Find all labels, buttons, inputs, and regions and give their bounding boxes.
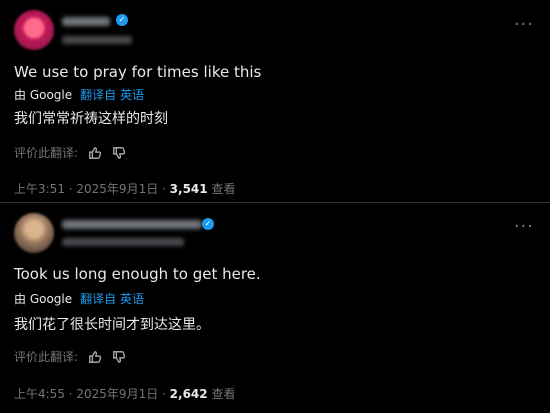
post-meta: 上午4:55 · 2025年9月1日 · 2,642 查看	[14, 385, 235, 402]
more-options-icon[interactable]: ···	[514, 16, 534, 34]
translated-by-label: 由 Google	[14, 88, 73, 102]
translated-from-link[interactable]: 翻译自 英语	[80, 86, 144, 103]
rate-translation-label: 评价此翻译:	[14, 146, 79, 160]
thumbs-up-icon[interactable]	[88, 350, 102, 364]
verified-badge-icon: ✓	[202, 218, 214, 230]
more-options-icon[interactable]: ···	[514, 218, 534, 236]
thumbs-down-icon[interactable]	[112, 146, 126, 160]
rate-translation: 评价此翻译:	[14, 348, 126, 365]
translation-source: 由 Google 翻译自 英语	[14, 86, 144, 103]
thumbs-down-icon[interactable]	[112, 350, 126, 364]
avatar[interactable]	[14, 10, 54, 50]
display-name[interactable]	[62, 17, 110, 26]
translated-by-label: 由 Google	[14, 292, 73, 306]
verified-badge-icon: ✓	[116, 14, 128, 26]
post-text: We use to pray for times like this	[14, 63, 262, 81]
timestamp[interactable]: 上午3:51 · 2025年9月1日 ·	[14, 182, 166, 196]
translated-from-link[interactable]: 翻译自 英语	[80, 290, 144, 307]
user-handle[interactable]	[62, 238, 184, 246]
rate-translation: 评价此翻译:	[14, 144, 126, 161]
rate-translation-label: 评价此翻译:	[14, 350, 79, 364]
post-text: Took us long enough to get here.	[14, 265, 261, 283]
translation-source: 由 Google 翻译自 英语	[14, 290, 144, 307]
thumbs-up-icon[interactable]	[88, 146, 102, 160]
translated-text: 我们花了很长时间才到达这里。	[14, 317, 210, 333]
display-name[interactable]	[62, 220, 202, 229]
post[interactable]	[0, 203, 550, 413]
avatar[interactable]	[14, 213, 54, 253]
user-handle[interactable]	[62, 36, 132, 44]
post-meta: 上午3:51 · 2025年9月1日 · 3,541 查看	[14, 180, 235, 197]
post[interactable]: ✓ ··· We use to pray for times like this…	[0, 0, 550, 203]
view-count-label: 查看	[211, 182, 236, 196]
timeline: ✓ ··· We use to pray for times like this…	[0, 0, 550, 413]
timestamp[interactable]: 上午4:55 · 2025年9月1日 ·	[14, 387, 166, 401]
translated-text: 我们常常祈祷这样的时刻	[14, 111, 168, 127]
view-count-label: 查看	[211, 387, 236, 401]
view-count: 2,642	[169, 387, 208, 401]
view-count: 3,541	[169, 182, 208, 196]
